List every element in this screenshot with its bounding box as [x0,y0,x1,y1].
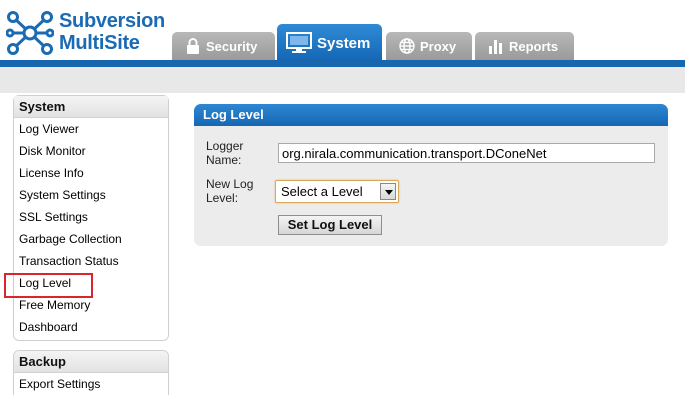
monitor-icon [285,31,313,55]
app-header: Subversion MultiSite Security System Pro… [0,0,685,66]
logger-name-input[interactable] [278,143,655,163]
sidebar-item-garbage-collection[interactable]: Garbage Collection [14,228,168,250]
sidebar-item-transaction-status[interactable]: Transaction Status [14,250,168,272]
sidebar-item-system-settings[interactable]: System Settings [14,184,168,206]
sidebar-item-log-viewer[interactable]: Log Viewer [14,118,168,140]
brand-name-line1: Subversion [59,10,165,32]
brand-name-line2: MultiSite [59,32,140,54]
tab-security[interactable]: Security [172,32,275,60]
tab-system[interactable]: System [277,24,382,62]
chevron-down-icon[interactable] [380,183,396,200]
bar-chart-icon [487,37,505,55]
logger-name-label: Logger Name: [206,139,244,167]
sidebar-backup-title: Backup [14,351,168,373]
tab-system-label: System [317,34,371,52]
globe-icon [398,37,416,55]
sidebar-item-free-memory[interactable]: Free Memory [14,294,168,316]
tab-reports-label: Reports [509,38,559,54]
sidebar-item-ssl-settings[interactable]: SSL Settings [14,206,168,228]
sidebar-item-license-info[interactable]: License Info [14,162,168,184]
sidebar-item-dashboard[interactable]: Dashboard [14,316,168,338]
network-logo-icon [6,11,54,55]
tab-proxy-label: Proxy [420,38,457,54]
lock-icon [184,37,202,55]
sidebar-item-disk-monitor[interactable]: Disk Monitor [14,140,168,162]
sidebar-backup-section: Backup Export Settings [13,350,169,395]
log-level-select[interactable]: Select a Level [275,180,399,203]
header-accent-bar [0,60,685,67]
log-level-select-value: Select a Level [281,184,363,199]
tab-reports[interactable]: Reports [475,32,574,60]
sidebar-system-section: System Log Viewer Disk Monitor License I… [4,95,169,341]
sidebar-system-title: System [14,96,168,118]
new-log-level-label: New Log Level: [206,177,254,205]
panel-title: Log Level [194,104,668,126]
brand-logo[interactable]: Subversion MultiSite [6,8,166,58]
set-log-level-button[interactable]: Set Log Level [278,215,382,235]
content-top-strip [0,67,685,93]
tab-proxy[interactable]: Proxy [386,32,472,60]
tab-security-label: Security [206,38,258,54]
sidebar-item-log-level[interactable]: Log Level [4,272,168,298]
sidebar-item-export-settings[interactable]: Export Settings [14,373,168,395]
log-level-panel: Log Level Logger Name: New Log Level: Se… [194,104,668,246]
